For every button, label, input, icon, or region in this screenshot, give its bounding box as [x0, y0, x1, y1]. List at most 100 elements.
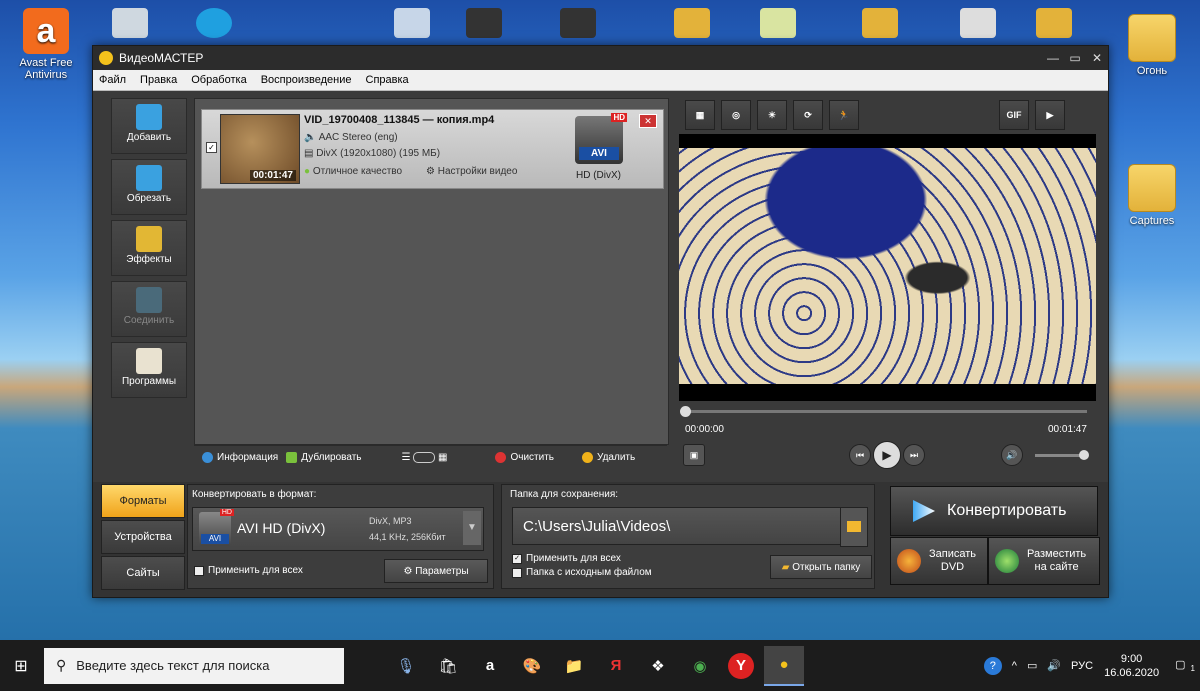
burn-dvd-label-2: DVD	[940, 561, 965, 573]
remove-label: Удалить	[597, 451, 636, 463]
format-badge[interactable]: HD AVI	[575, 113, 627, 164]
dropdown-arrow-icon[interactable]: ▼	[463, 511, 481, 545]
desktop-folder-icon[interactable]	[1036, 8, 1072, 38]
desktop-skype-icon[interactable]	[196, 8, 232, 38]
network-icon[interactable]: ▭	[1027, 659, 1037, 672]
video-info[interactable]: ▤ DivX (1920x1080) (195 МБ)	[304, 148, 440, 159]
seek-knob[interactable]	[680, 406, 691, 417]
seek-bar[interactable]	[680, 406, 1087, 417]
language-indicator[interactable]: РУС	[1071, 660, 1093, 672]
apply-all-checkbox[interactable]: Применить для всех	[194, 565, 303, 576]
desktop-recycle-icon[interactable]	[112, 8, 148, 38]
desktop-icon-captures[interactable]: Captures	[1112, 164, 1192, 227]
tab-devices[interactable]: Устройства	[101, 520, 185, 554]
close-button[interactable]: ✕	[1086, 51, 1108, 65]
chrome-icon[interactable]: ◉	[680, 646, 720, 686]
folder-icon	[1128, 14, 1176, 62]
stabilize-icon[interactable]: ◎	[721, 100, 751, 130]
crop-icon[interactable]: ▦	[685, 100, 715, 130]
gif-icon[interactable]: GIF	[999, 100, 1029, 130]
menu-playback[interactable]: Воспроизведение	[261, 74, 352, 86]
play-button[interactable]: ▶	[873, 441, 901, 469]
snapshot-button[interactable]: ▣	[683, 444, 705, 466]
desktop-folder-icon[interactable]	[466, 8, 502, 38]
volume-knob[interactable]	[1079, 450, 1089, 460]
source-folder-checkbox[interactable]: Папка с исходным файлом	[512, 567, 652, 578]
desktop-file-icon[interactable]	[960, 8, 996, 38]
info-button[interactable]: Информация	[202, 451, 278, 463]
notification-icon[interactable]: ▢ 1	[1170, 658, 1195, 673]
video-settings-link[interactable]: ⚙ Настройки видео	[426, 166, 517, 177]
amazon-icon[interactable]: a	[470, 646, 510, 686]
tab-formats[interactable]: Форматы	[101, 484, 185, 518]
help-icon[interactable]: ?	[983, 656, 1002, 675]
effects-button[interactable]: Эффекты	[111, 220, 187, 276]
publish-button[interactable]: Разместить на сайте	[988, 537, 1100, 585]
convert-label: Конвертировать	[947, 502, 1067, 519]
join-button[interactable]: Соединить	[111, 281, 187, 337]
search-box[interactable]: ⚲ Введите здесь текст для поиска	[44, 647, 344, 684]
chevron-up-icon[interactable]: ^	[1012, 660, 1017, 672]
save-path-field[interactable]: C:\Users\Julia\Videos\	[512, 507, 846, 545]
add-button[interactable]: Добавить	[111, 98, 187, 154]
videomaster-icon[interactable]: ●	[764, 645, 804, 686]
desktop-app-icon[interactable]	[394, 8, 430, 38]
maximize-button[interactable]: ▭	[1064, 51, 1086, 65]
start-button[interactable]: ⊞	[0, 646, 42, 686]
remove-button[interactable]: Удалить	[582, 451, 636, 463]
desktop-folder-icon[interactable]	[674, 8, 710, 38]
next-button[interactable]: ⏭	[903, 444, 925, 466]
programs-button[interactable]: Программы	[111, 342, 187, 398]
burn-dvd-label-1: Записать	[929, 548, 977, 560]
minimize-button[interactable]: —	[1042, 51, 1064, 65]
fullscreen-icon[interactable]: ▶	[1035, 100, 1065, 130]
params-button[interactable]: ⚙ Параметры	[384, 559, 488, 583]
videomaster-window: ВидеоМАСТЕР — ▭ ✕ Файл Правка Обработка …	[92, 45, 1109, 598]
prev-button[interactable]: ⏮	[849, 444, 871, 466]
browse-folder-button[interactable]	[840, 507, 868, 547]
rotate-icon[interactable]: ⟳	[793, 100, 823, 130]
store-icon[interactable]: 🛍	[428, 646, 468, 686]
volume-slider[interactable]	[1035, 450, 1089, 460]
paint-icon[interactable]: 🎨	[512, 646, 552, 686]
yandex-icon[interactable]: Я	[596, 646, 636, 686]
view-toggle[interactable]: ☰ ▦	[402, 451, 447, 463]
burn-dvd-button[interactable]: Записать DVD	[890, 537, 988, 585]
dropbox-icon[interactable]: ❖	[638, 646, 678, 686]
audio-info[interactable]: 🔈 AAC Stereo (eng)	[304, 132, 398, 143]
cut-button[interactable]: Обрезать	[111, 159, 187, 215]
desktop-folder-icon[interactable]	[862, 8, 898, 38]
apply-all-save-checkbox[interactable]: ✓ Применить для всех	[512, 553, 621, 564]
tab-sites[interactable]: Сайты	[101, 556, 185, 590]
add-label: Добавить	[126, 132, 172, 143]
microphone-app-icon[interactable]: 🎙	[386, 646, 426, 686]
speaker-icon[interactable]: 🔊	[1047, 659, 1061, 672]
yandex-browser-icon[interactable]: Y	[728, 652, 754, 679]
quality-info[interactable]: ● Отличное качество	[304, 166, 402, 177]
explorer-icon[interactable]: 📁	[554, 646, 594, 686]
menu-help[interactable]: Справка	[366, 74, 409, 86]
file-checkbox[interactable]: ✓	[206, 142, 217, 153]
clear-button[interactable]: Очистить	[495, 451, 554, 463]
volume-button[interactable]: 🔊	[1001, 444, 1023, 466]
duplicate-button[interactable]: Дублировать	[286, 451, 362, 463]
clock[interactable]: 9:00 16.06.2020	[1104, 652, 1159, 680]
settings-text: Настройки видео	[437, 166, 518, 177]
open-folder-button[interactable]: ▰ Открыть папку	[770, 555, 872, 579]
video-preview[interactable]	[679, 134, 1096, 401]
menu-edit[interactable]: Правка	[140, 74, 177, 86]
toggle-switch-icon	[413, 451, 436, 463]
delete-file-button[interactable]: ✕	[639, 114, 657, 128]
menu-file[interactable]: Файл	[99, 74, 126, 86]
cut-video-icon	[136, 165, 162, 191]
menu-process[interactable]: Обработка	[191, 74, 246, 86]
desktop-file-icon[interactable]	[760, 8, 796, 38]
desktop-icon-avast[interactable]: a Avast Free Antivirus	[6, 8, 86, 81]
format-selector[interactable]: HD AVI AVI HD (DivX) DivX, MP3 44,1 KHz,…	[192, 507, 484, 551]
file-list-item[interactable]: ✓ 00:01:47 VID_19700408_113845 — копия.m…	[201, 109, 664, 189]
brightness-icon[interactable]: ☀	[757, 100, 787, 130]
desktop-folder-icon[interactable]	[560, 8, 596, 38]
speed-icon[interactable]: 🏃	[829, 100, 859, 130]
desktop-icon-fire[interactable]: Огонь	[1112, 14, 1192, 77]
convert-button[interactable]: Конвертировать	[890, 486, 1098, 536]
